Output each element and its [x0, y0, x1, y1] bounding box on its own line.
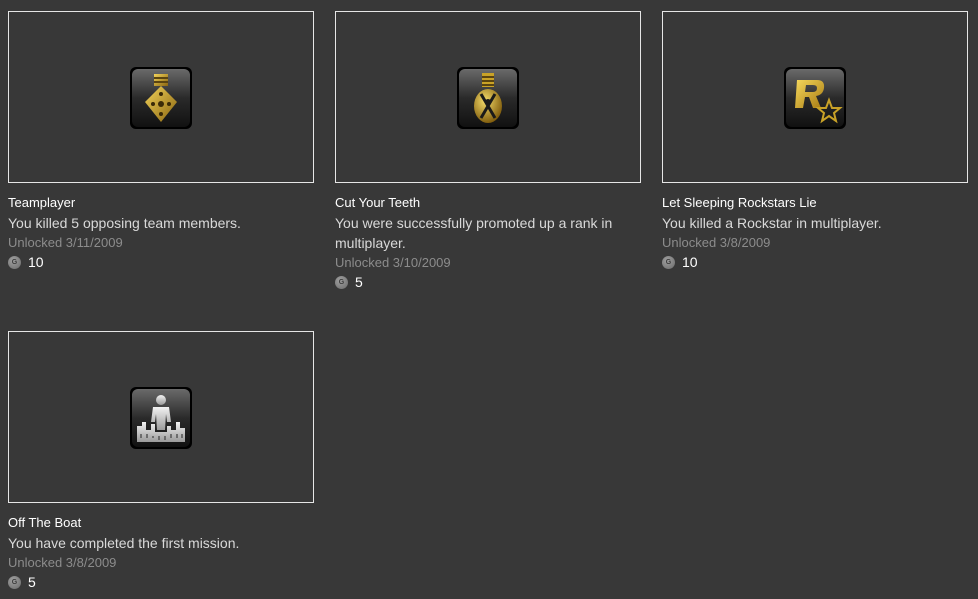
- rockstar-logo-icon: [784, 67, 846, 129]
- gamerscore-value: 5: [28, 574, 36, 590]
- achievement-unlock-date: Unlocked 3/8/2009: [8, 555, 117, 570]
- gamerscore-row: G 5: [335, 273, 641, 291]
- achievement-card-let-sleeping-rockstars-lie[interactable]: Let Sleeping Rockstars Lie You killed a …: [662, 11, 968, 271]
- cross-medal-icon: [130, 67, 192, 129]
- achievement-thumbnail[interactable]: [662, 11, 968, 183]
- achievement-description: You were successfully promoted up a rank…: [335, 215, 613, 251]
- achievement-title: Teamplayer: [8, 195, 76, 210]
- achievement-thumbnail[interactable]: [8, 331, 314, 503]
- gamerscore-value: 5: [355, 274, 363, 290]
- achievement-title: Cut Your Teeth: [335, 195, 421, 210]
- gamerscore-row: G 10: [662, 253, 968, 271]
- achievement-description: You killed a Rockstar in multiplayer.: [662, 215, 882, 231]
- achievement-unlock-date: Unlocked 3/8/2009: [662, 235, 771, 250]
- achievement-card-off-the-boat[interactable]: Off The Boat You have completed the firs…: [8, 331, 314, 591]
- achievement-unlock-date: Unlocked 3/11/2009: [8, 235, 123, 250]
- gamerscore-row: G 10: [8, 253, 314, 271]
- round-medal-icon: [457, 67, 519, 129]
- gamerscore-icon: G: [662, 255, 675, 269]
- achievement-unlock-date: Unlocked 3/10/2009: [335, 255, 451, 270]
- achievement-description: You killed 5 opposing team members.: [8, 215, 241, 231]
- achievement-title: Off The Boat: [8, 515, 82, 530]
- achievement-card-cut-your-teeth[interactable]: Cut Your Teeth You were successfully pro…: [335, 11, 641, 291]
- achievement-card-teamplayer[interactable]: Teamplayer You killed 5 opposing team me…: [8, 11, 314, 271]
- achievement-thumbnail[interactable]: [8, 11, 314, 183]
- achievement-thumbnail[interactable]: [335, 11, 641, 183]
- gamerscore-icon: G: [8, 255, 21, 269]
- gamerscore-icon: G: [335, 275, 348, 289]
- gamerscore-icon: G: [8, 575, 21, 589]
- gamerscore-value: 10: [682, 254, 698, 270]
- person-skyline-icon: [130, 387, 192, 449]
- achievement-description: You have completed the first mission.: [8, 535, 240, 551]
- achievements-grid: Teamplayer You killed 5 opposing team me…: [0, 0, 978, 599]
- achievement-title: Let Sleeping Rockstars Lie: [662, 195, 817, 210]
- gamerscore-value: 10: [28, 254, 44, 270]
- gamerscore-row: G 5: [8, 573, 314, 591]
